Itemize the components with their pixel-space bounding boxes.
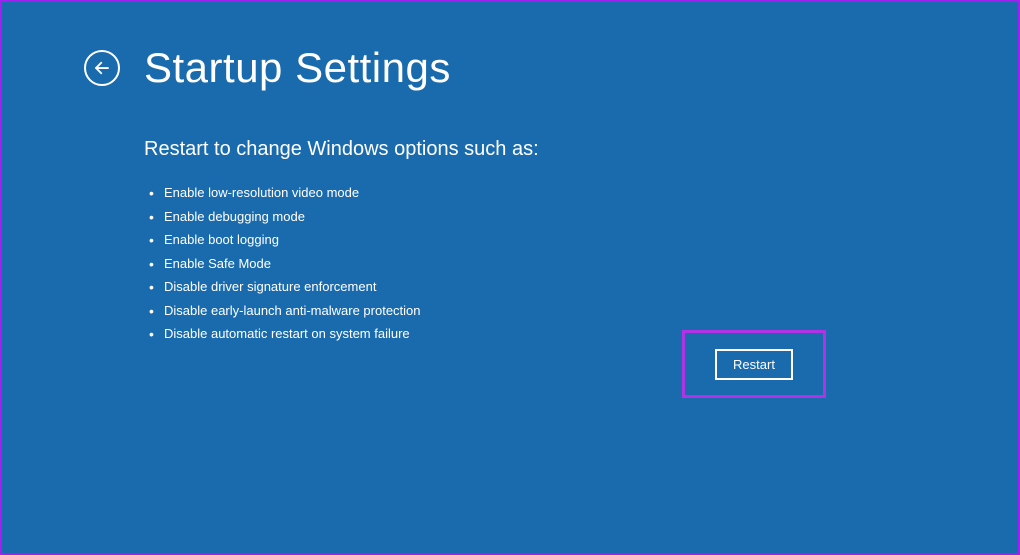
restart-highlight-box: Restart [682,330,826,398]
list-item: Enable Safe Mode [164,254,1018,274]
list-item: Enable low-resolution video mode [164,183,1018,203]
back-button[interactable] [84,50,120,86]
list-item: Enable debugging mode [164,207,1018,227]
header: Startup Settings [2,2,1018,92]
list-item: Disable early-launch anti-malware protec… [164,301,1018,321]
subtitle-text: Restart to change Windows options such a… [144,138,1018,161]
back-arrow-icon [93,59,111,77]
list-item: Enable boot logging [164,230,1018,250]
options-list: Enable low-resolution video mode Enable … [144,161,1018,344]
list-item: Disable automatic restart on system fail… [164,324,1018,344]
list-item: Disable driver signature enforcement [164,277,1018,297]
restart-button[interactable]: Restart [715,349,793,380]
content-area: Restart to change Windows options such a… [2,92,1018,344]
page-title: Startup Settings [144,44,451,92]
